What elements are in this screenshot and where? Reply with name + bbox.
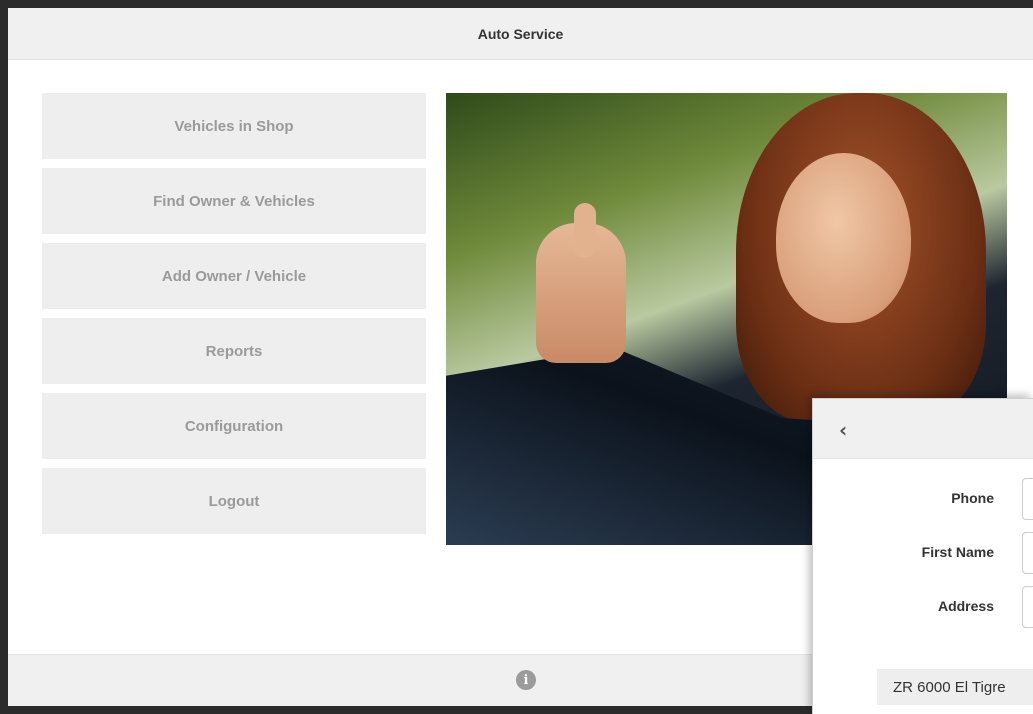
first-name-row: First Name [813,532,1033,574]
first-name-field[interactable] [1022,532,1033,574]
menu-button-label: Vehicles in Shop [174,117,294,135]
address-row: Address [813,586,1033,628]
menu-button-label: Configuration [184,417,284,435]
app-title: Auto Service [477,25,564,42]
reports-button[interactable]: Reports [42,318,426,384]
panel-header: ‹ [813,399,1033,459]
configuration-button[interactable]: Configuration [42,393,426,459]
hero-face [776,153,911,323]
info-glyph: i [523,672,529,688]
title-bar: Auto Service [8,8,1033,60]
phone-field[interactable] [1022,478,1033,520]
logout-button[interactable]: Logout [42,468,426,534]
chevron-left-icon[interactable]: ‹ [839,418,847,442]
thumbs-up [574,203,596,258]
main-menu: Vehicles in Shop Find Owner & Vehicles A… [42,93,426,543]
menu-button-label: Find Owner & Vehicles [153,192,315,210]
address-label: Address [937,598,994,614]
phone-label: Phone [951,490,994,506]
owner-search-panel: ‹ Phone First Name Address ZR 6000 El Ti… [812,398,1033,714]
menu-button-label: Logout [208,492,260,510]
menu-button-label: Add Owner / Vehicle [161,267,307,285]
info-icon[interactable]: i [516,670,536,690]
vehicles-in-shop-button[interactable]: Vehicles in Shop [42,93,426,159]
vehicle-result-item[interactable]: ZR 6000 El Tigre [877,669,1033,705]
vehicle-name: ZR 6000 El Tigre [893,678,1006,696]
first-name-label: First Name [921,544,994,560]
menu-button-label: Reports [205,342,263,360]
add-owner-vehicle-button[interactable]: Add Owner / Vehicle [42,243,426,309]
address-field[interactable] [1022,586,1033,628]
find-owner-vehicles-button[interactable]: Find Owner & Vehicles [42,168,426,234]
phone-row: Phone [813,478,1033,520]
